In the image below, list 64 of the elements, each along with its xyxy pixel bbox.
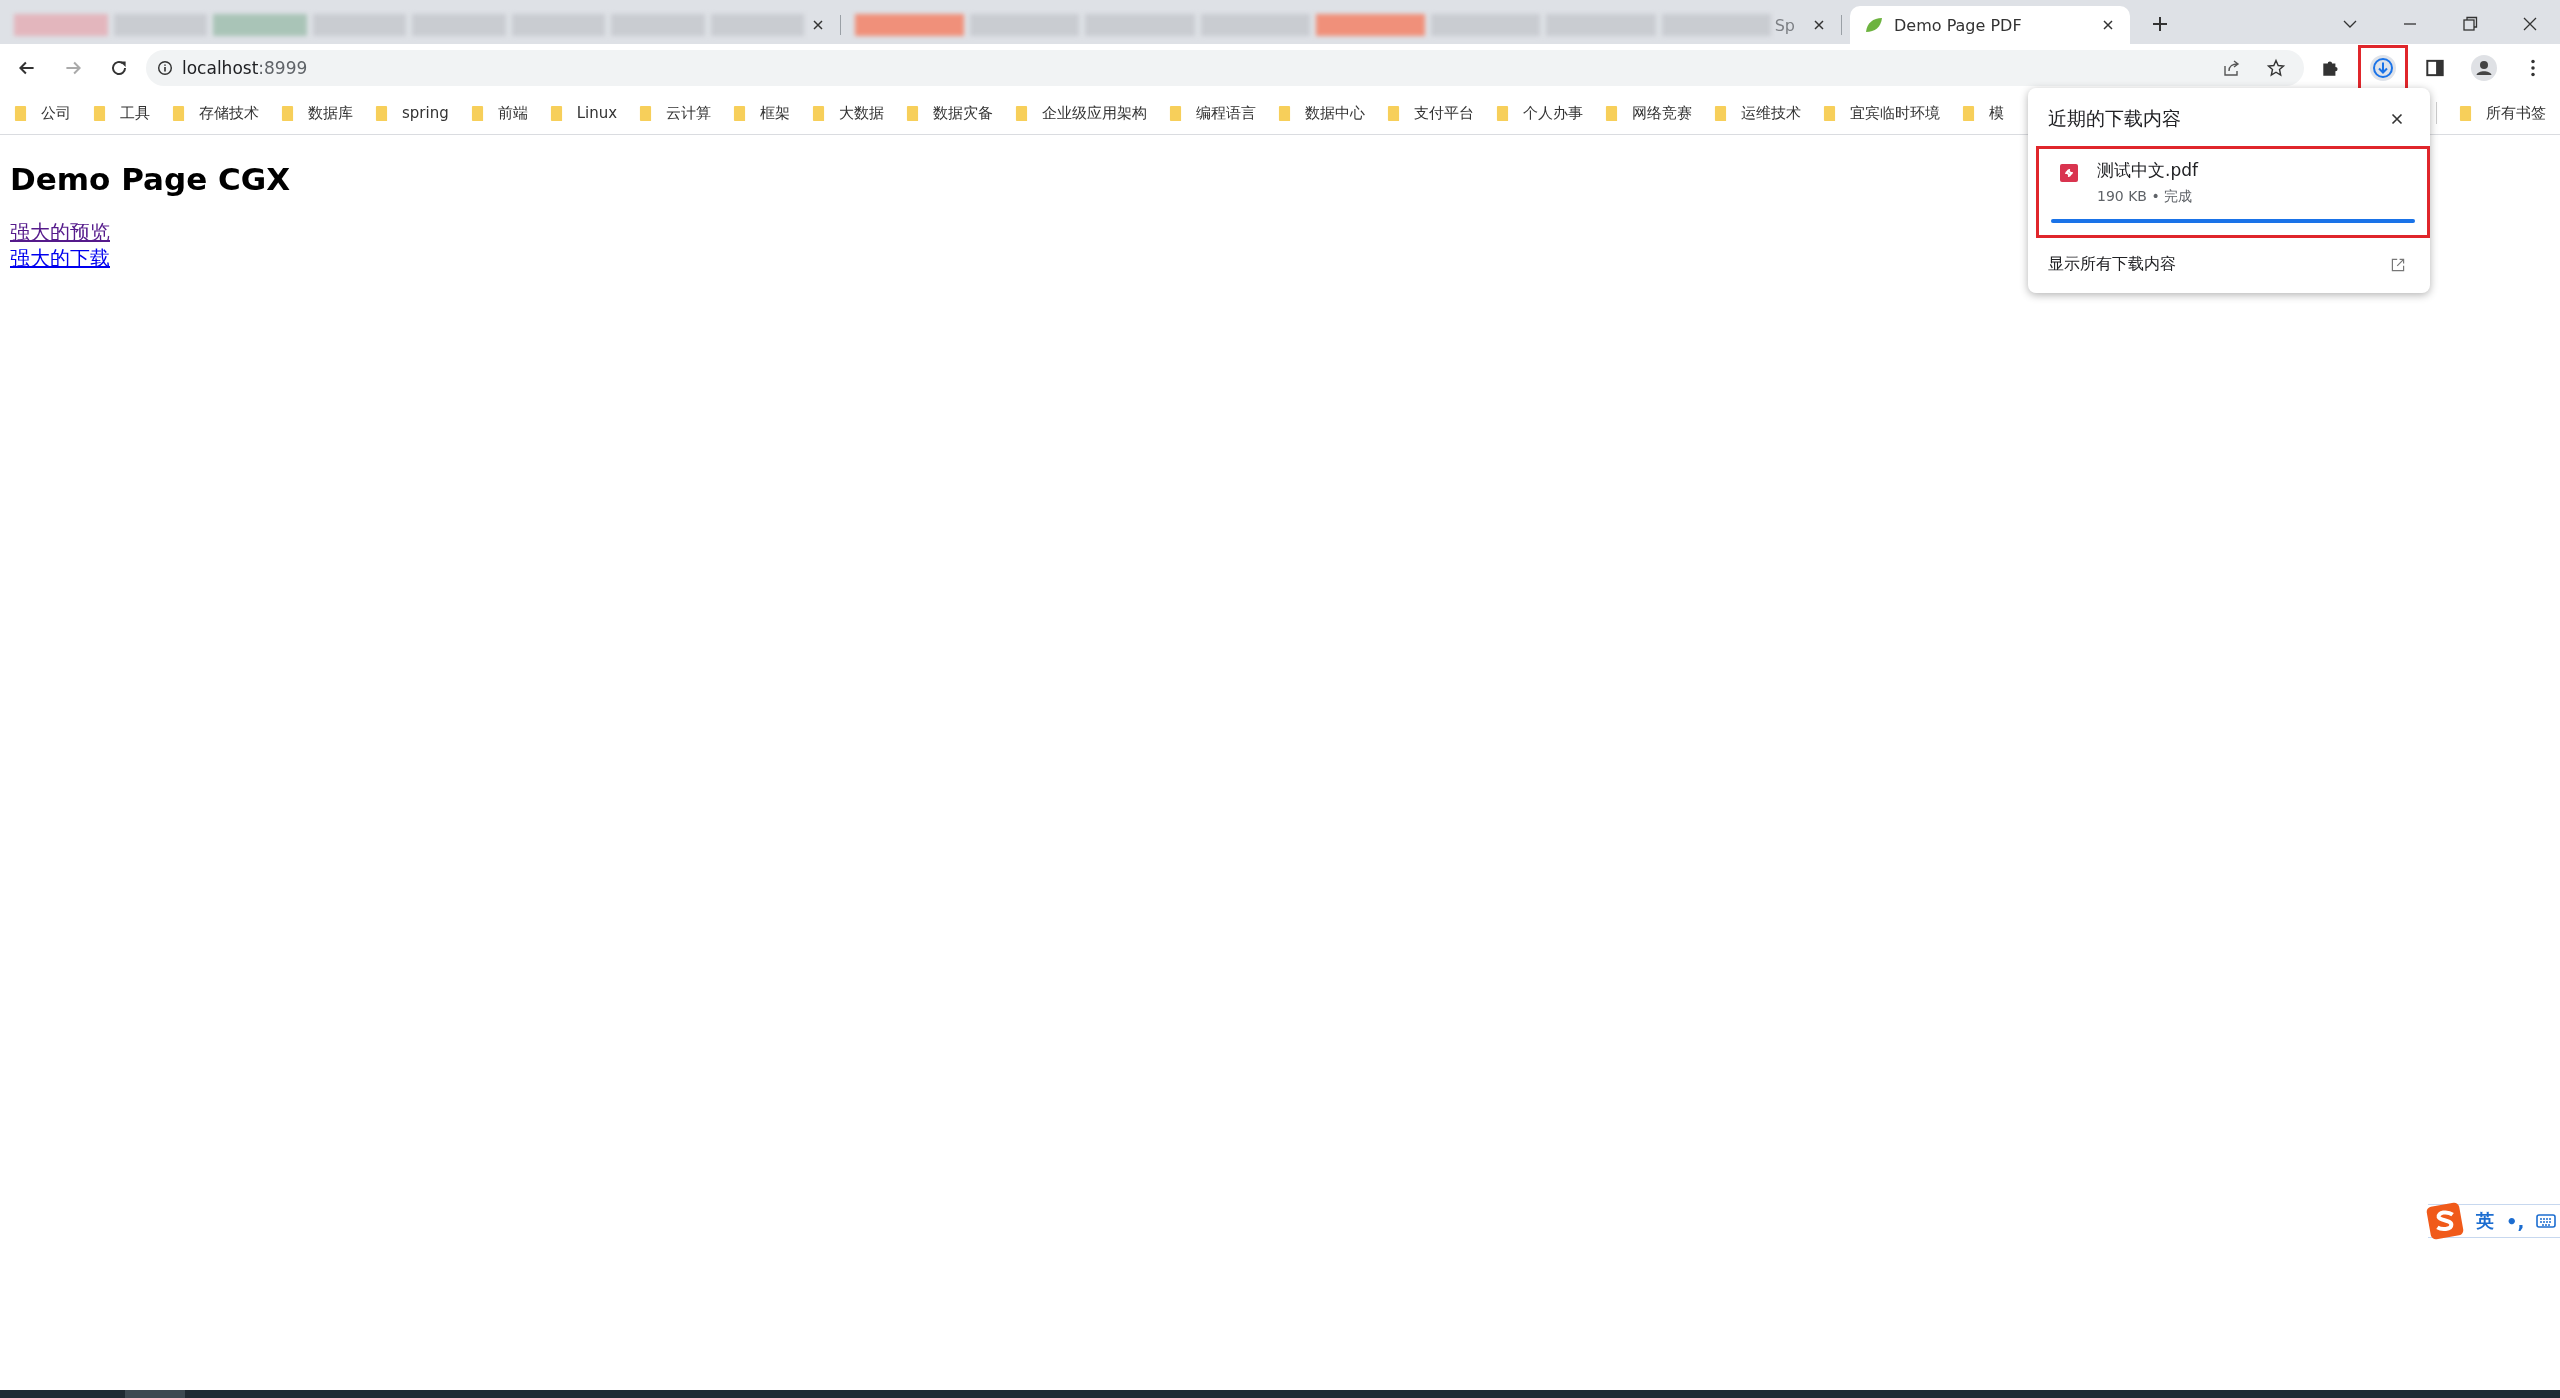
- folder-icon: [1387, 104, 1401, 122]
- restore-icon[interactable]: [2460, 14, 2480, 34]
- bookmark-folder[interactable]: 支付平台: [1387, 103, 1475, 123]
- address-bar[interactable]: localhost:8999: [146, 50, 2304, 86]
- bookmark-folder[interactable]: 企业级应用架构: [1015, 103, 1148, 123]
- browser-tab[interactable]: Demo Page PDF: [1850, 6, 2130, 44]
- folder-icon: [906, 104, 920, 122]
- download-status: 190 KB • 完成: [2097, 187, 2194, 205]
- bookmark-folder[interactable]: 框架: [733, 103, 791, 123]
- keyboard-icon[interactable]: [2536, 1213, 2557, 1229]
- folder-icon: [639, 104, 653, 122]
- bookmark-folder[interactable]: 数据灾备: [906, 103, 994, 123]
- bookmark-folder[interactable]: 运维技术: [1714, 103, 1802, 123]
- folder-icon: [470, 104, 484, 122]
- input-mode[interactable]: 英: [2476, 1209, 2494, 1233]
- download-icon[interactable]: [2369, 54, 2397, 82]
- folder-icon: [1823, 104, 1837, 122]
- pdf-file-icon: [2059, 163, 2079, 183]
- download-item[interactable]: 测试中文.pdf 190 KB • 完成: [2036, 146, 2430, 238]
- bookmark-folder[interactable]: 云计算: [639, 103, 712, 123]
- bookmark-folder[interactable]: 数据中心: [1278, 103, 1366, 123]
- folder-icon: [172, 104, 185, 122]
- bookmark-folder[interactable]: 大数据: [812, 103, 885, 123]
- page-link[interactable]: 强大的预览: [10, 220, 110, 244]
- popup-title: 近期的下载内容: [2048, 106, 2182, 131]
- leaf-icon: [1864, 15, 1884, 35]
- bookmark-folder[interactable]: 存储技术: [172, 103, 259, 123]
- plus-icon[interactable]: [2150, 14, 2170, 34]
- folder-icon: [93, 104, 106, 122]
- folder-icon: [375, 104, 388, 122]
- folder-icon: [733, 104, 747, 122]
- page-heading: Demo Page CGX: [10, 161, 291, 197]
- folder-icon: [2459, 104, 2472, 122]
- bookmark-folder[interactable]: 公司: [14, 103, 71, 123]
- info-icon[interactable]: [156, 59, 174, 77]
- bookmark-folder[interactable]: Linux: [549, 104, 618, 122]
- folder-icon: [1015, 104, 1029, 122]
- folder-icon: [1605, 104, 1619, 122]
- folder-icon: [1278, 104, 1292, 122]
- folder-icon: [812, 104, 826, 122]
- bookmark-folder[interactable]: 编程语言: [1169, 103, 1257, 123]
- folder-icon: [1169, 104, 1183, 122]
- folder-icon: [281, 104, 294, 122]
- punctuation-mode[interactable]: •,: [2506, 1210, 2525, 1232]
- folder-icon: [1962, 104, 1976, 122]
- bookmark-folder[interactable]: 工具: [93, 103, 150, 123]
- bookmark-folder[interactable]: 前端: [470, 103, 528, 123]
- folder-icon: [549, 104, 563, 122]
- all-bookmarks-folder[interactable]: 所有书签: [2459, 103, 2546, 123]
- folder-icon: [1714, 104, 1728, 122]
- page-link[interactable]: 强大的下载: [10, 246, 110, 270]
- bookmark-folder[interactable]: 宜宾临时环境: [1823, 103, 1941, 123]
- show-all-downloads-link[interactable]: 显示所有下载内容: [2048, 254, 2390, 275]
- bookmark-folder[interactable]: 个人办事: [1496, 103, 1584, 123]
- bookmark-folder[interactable]: 网络竞赛: [1605, 103, 1693, 123]
- bookmark-folder[interactable]: 模: [1962, 103, 2005, 123]
- s-logo-icon[interactable]: [2426, 1202, 2464, 1240]
- folder-icon: [14, 104, 27, 122]
- file-name: 测试中文.pdf: [2097, 159, 2198, 181]
- bookmark-folder[interactable]: spring: [375, 104, 449, 122]
- open-external-icon[interactable]: [2390, 256, 2406, 273]
- bookmark-folder[interactable]: 数据库: [281, 103, 353, 123]
- tab-title: Sp: [1774, 15, 1795, 35]
- folder-icon: [1496, 104, 1510, 122]
